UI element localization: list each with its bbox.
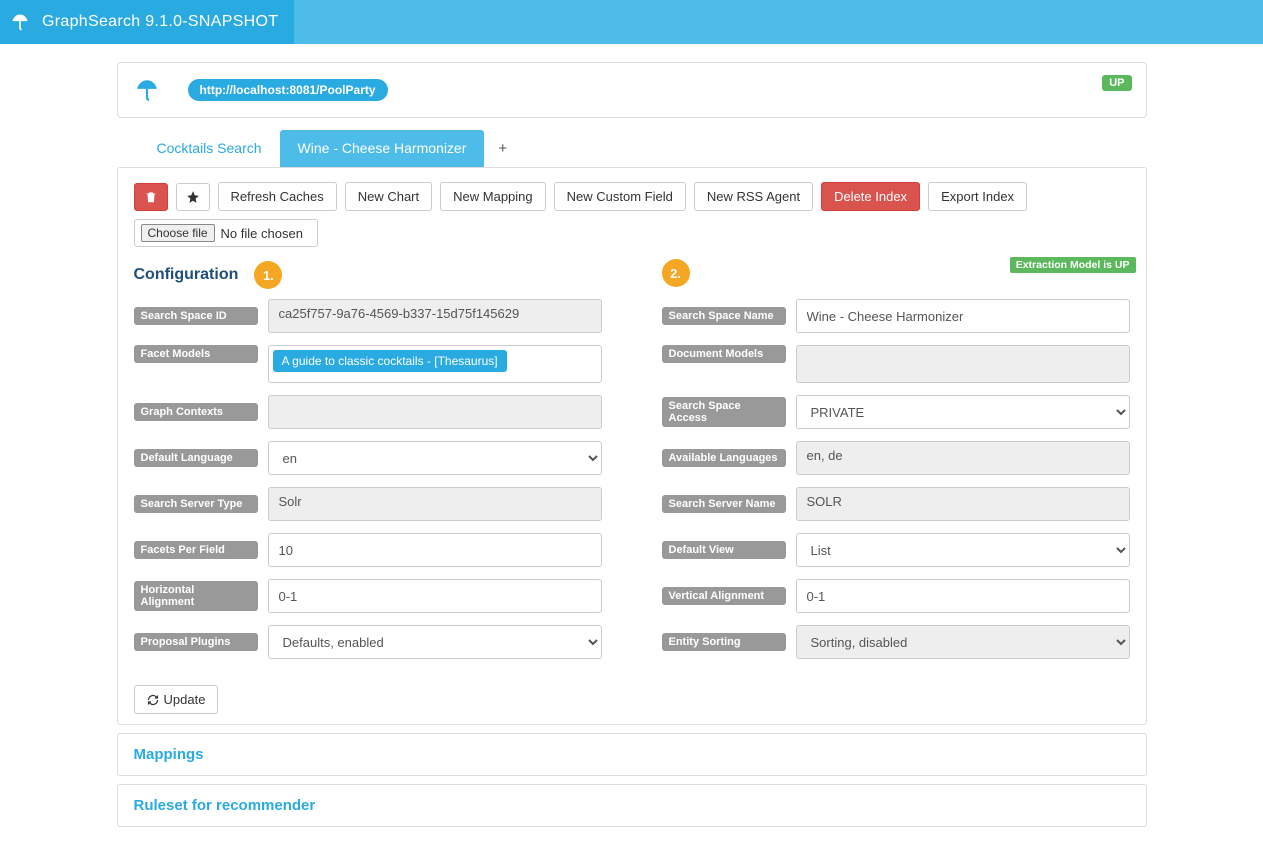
search-server-name-value: SOLR xyxy=(796,487,1130,521)
file-status-text: No file chosen xyxy=(221,226,317,241)
label-default-view: Default View xyxy=(662,541,786,559)
toolbar: Refresh Caches New Chart New Mapping New… xyxy=(134,182,1130,247)
facet-models-input[interactable]: A guide to classic cocktails - [Thesauru… xyxy=(268,345,602,383)
search-space-name-input[interactable] xyxy=(796,299,1130,333)
default-view-select[interactable]: List xyxy=(796,533,1130,567)
label-available-languages: Available Languages xyxy=(662,449,786,467)
tab-cocktails-search[interactable]: Cocktails Search xyxy=(139,130,280,167)
mappings-panel[interactable]: Mappings xyxy=(117,733,1147,776)
new-mapping-button[interactable]: New Mapping xyxy=(440,182,546,211)
label-entity-sorting: Entity Sorting xyxy=(662,633,786,651)
refresh-caches-button[interactable]: Refresh Caches xyxy=(218,182,337,211)
trash-icon xyxy=(144,190,158,204)
available-languages-value: en, de xyxy=(796,441,1130,475)
label-search-space-access: Search Space Access xyxy=(662,397,786,427)
tab-add[interactable]: + xyxy=(484,130,521,167)
label-search-server-type: Search Server Type xyxy=(134,495,258,513)
umbrella-icon xyxy=(10,12,30,32)
label-facet-models: Facet Models xyxy=(134,345,258,363)
choose-file-button[interactable]: Choose file xyxy=(141,224,215,242)
horizontal-alignment-input[interactable] xyxy=(268,579,602,613)
search-space-access-select[interactable]: PRIVATE xyxy=(796,395,1130,429)
delete-button[interactable] xyxy=(134,183,168,211)
label-proposal-plugins: Proposal Plugins xyxy=(134,633,258,651)
label-facets-per-field: Facets Per Field xyxy=(134,541,258,559)
delete-index-button[interactable]: Delete Index xyxy=(821,182,920,211)
search-server-type-value: Solr xyxy=(268,487,602,521)
topbar: GraphSearch 9.1.0-SNAPSHOT xyxy=(0,0,1263,44)
graph-contexts-value xyxy=(268,395,602,429)
label-document-models: Document Models xyxy=(662,345,786,363)
new-custom-field-button[interactable]: New Custom Field xyxy=(554,182,686,211)
status-badge: UP xyxy=(1102,75,1131,91)
label-search-space-name: Search Space Name xyxy=(662,307,786,325)
label-graph-contexts: Graph Contexts xyxy=(134,403,258,421)
tabs: Cocktails Search Wine - Cheese Harmonize… xyxy=(117,130,1147,167)
file-input-wrap[interactable]: Choose file No file chosen xyxy=(134,219,318,247)
topbar-brand[interactable]: GraphSearch 9.1.0-SNAPSHOT xyxy=(0,0,294,44)
endpoint-pill[interactable]: http://localhost:8081/PoolParty xyxy=(188,79,388,101)
label-search-server-name: Search Server Name xyxy=(662,495,786,513)
config-right-col: Search Space Name Document Models Search… xyxy=(662,299,1130,714)
config-left-col: Search Space ID ca25f757-9a76-4569-b337-… xyxy=(134,299,602,714)
default-language-select[interactable]: en xyxy=(268,441,602,475)
update-label: Update xyxy=(164,692,206,707)
umbrella-icon xyxy=(134,77,160,103)
facet-model-tag[interactable]: A guide to classic cocktails - [Thesauru… xyxy=(273,350,507,372)
section-title: Configuration xyxy=(134,266,239,284)
content-panel: Refresh Caches New Chart New Mapping New… xyxy=(117,167,1147,725)
star-button[interactable] xyxy=(176,183,210,211)
app-title: GraphSearch 9.1.0-SNAPSHOT xyxy=(42,13,278,31)
label-search-space-id: Search Space ID xyxy=(134,307,258,325)
document-models-value xyxy=(796,345,1130,383)
facets-per-field-input[interactable] xyxy=(268,533,602,567)
marker-2: 2. xyxy=(662,259,690,287)
refresh-icon xyxy=(147,694,159,706)
vertical-alignment-input[interactable] xyxy=(796,579,1130,613)
label-horizontal-alignment: Horizontal Alignment xyxy=(134,581,258,611)
proposal-plugins-select[interactable]: Defaults, enabled xyxy=(268,625,602,659)
new-chart-button[interactable]: New Chart xyxy=(345,182,432,211)
new-rss-agent-button[interactable]: New RSS Agent xyxy=(694,182,813,211)
star-icon xyxy=(186,190,200,204)
update-button[interactable]: Update xyxy=(134,685,219,714)
label-vertical-alignment: Vertical Alignment xyxy=(662,587,786,605)
search-space-id-value: ca25f757-9a76-4569-b337-15d75f145629 xyxy=(268,299,602,333)
extraction-model-badge: Extraction Model is UP xyxy=(1010,257,1136,273)
export-index-button[interactable]: Export Index xyxy=(928,182,1027,211)
entity-sorting-select[interactable]: Sorting, disabled xyxy=(796,625,1130,659)
header-panel: http://localhost:8081/PoolParty UP xyxy=(117,62,1147,118)
tab-wine-cheese[interactable]: Wine - Cheese Harmonizer xyxy=(280,130,485,167)
config-form: Search Space ID ca25f757-9a76-4569-b337-… xyxy=(134,299,1130,714)
ruleset-panel[interactable]: Ruleset for recommender xyxy=(117,784,1147,827)
marker-1: 1. xyxy=(254,261,282,289)
label-default-language: Default Language xyxy=(134,449,258,467)
